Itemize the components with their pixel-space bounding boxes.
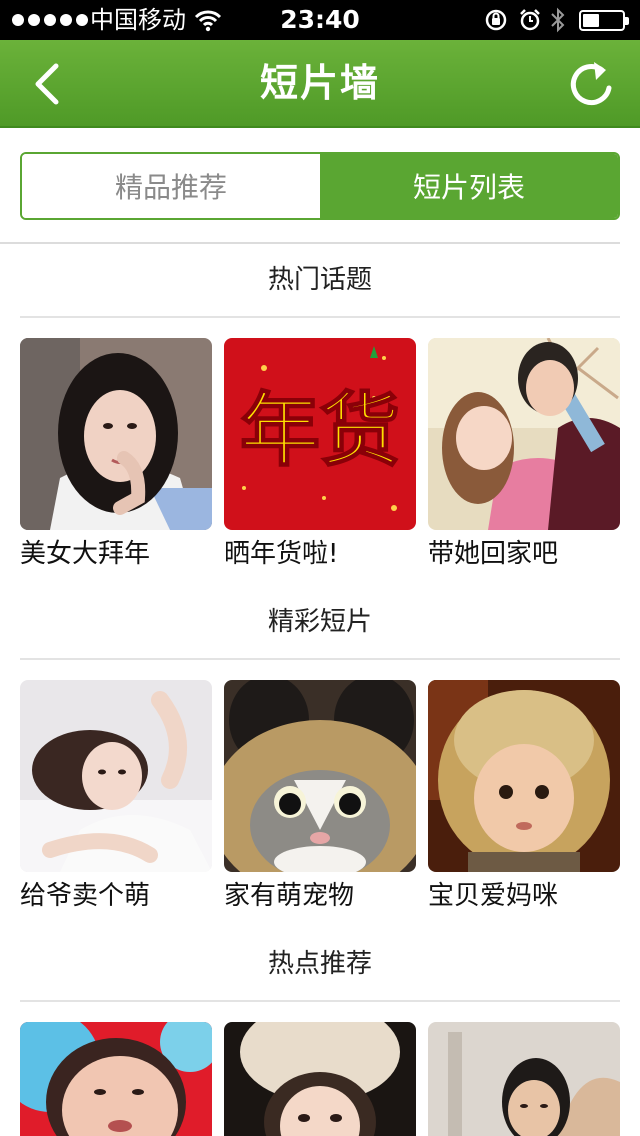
clip-thumbnail-pet-cat[interactable] — [224, 680, 416, 872]
nav-bar: 短片墙 — [0, 40, 640, 128]
section-title-hot-topics: 热门话题 — [267, 265, 372, 295]
clip-thumbnail-chubby-girl[interactable] — [20, 1022, 212, 1136]
clip-thumbnail-girl-new-year[interactable] — [20, 338, 212, 530]
clip-caption[interactable]: 给爷卖个萌 — [20, 879, 220, 913]
rotation-lock-icon — [485, 9, 507, 31]
bluetooth-icon — [551, 7, 565, 33]
clip-thumbnail-bathroom-man[interactable] — [428, 1022, 620, 1136]
section-title-hot-picks: 热点推荐 — [267, 949, 372, 979]
clip-caption[interactable]: 带她回家吧 — [428, 537, 628, 571]
clip-caption[interactable]: 晒年货啦! — [224, 537, 424, 571]
tab-switcher: 精品推荐 短片列表 — [20, 152, 620, 220]
section-title-featured-clips: 精彩短片 — [267, 607, 372, 637]
poster-text: 年货 — [240, 384, 400, 477]
clip-thumbnail-new-year-goods[interactable]: 年货 — [224, 338, 416, 530]
alarm-icon — [520, 9, 540, 31]
tab-featured[interactable]: 精品推荐 — [22, 154, 320, 218]
section-divider — [20, 658, 620, 660]
clip-caption[interactable]: 家有萌宠物 — [224, 879, 424, 913]
status-bar: 中国移动 23:40 — [0, 0, 640, 40]
clip-thumbnail-take-her-home[interactable] — [428, 338, 620, 530]
section-divider — [20, 1000, 620, 1002]
clip-caption[interactable]: 美女大拜年 — [20, 537, 220, 571]
status-time: 23:40 — [280, 5, 360, 34]
tab-clip-list[interactable]: 短片列表 — [320, 154, 618, 218]
refresh-button[interactable] — [566, 58, 616, 110]
battery-icon — [579, 10, 629, 31]
page-title: 短片墙 — [259, 61, 380, 105]
clip-thumbnail-hat-girl[interactable] — [224, 1022, 416, 1136]
section-divider — [20, 316, 620, 318]
clip-thumbnail-baby[interactable] — [428, 680, 620, 872]
divider — [0, 242, 620, 244]
clip-caption[interactable]: 宝贝爱妈咪 — [428, 879, 628, 913]
clip-thumbnail-acting-cute[interactable] — [20, 680, 212, 872]
